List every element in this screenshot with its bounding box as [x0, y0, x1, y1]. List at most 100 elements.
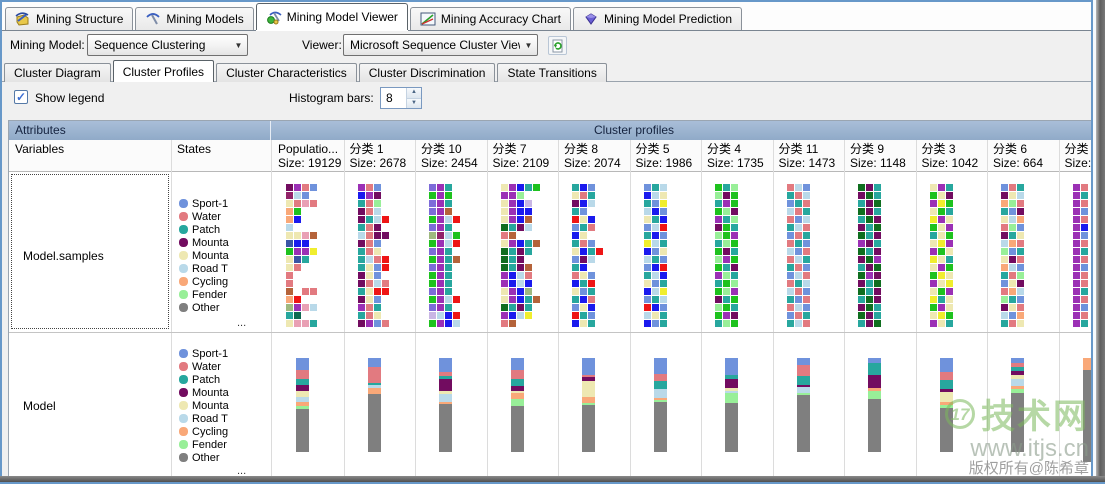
sequence-state-square — [588, 224, 595, 231]
sequence-state-square — [644, 208, 651, 215]
sequence-state-square — [874, 240, 881, 247]
sequence-state-square — [525, 216, 532, 223]
sequence-state-square — [787, 192, 794, 199]
row-variable-model[interactable]: Model — [23, 399, 56, 413]
mining-model-label: Mining Model: — [10, 38, 85, 52]
sequence-state-square — [1001, 184, 1008, 191]
sequence-state-square — [302, 248, 309, 255]
legend-label: Other — [192, 452, 220, 464]
sequence-state-square — [803, 296, 810, 303]
sequence-state-square — [1009, 312, 1016, 319]
tab-mining-model-prediction[interactable]: Mining Model Prediction — [573, 7, 742, 30]
sequence-state-square — [358, 224, 365, 231]
sequence-state-square — [1017, 264, 1024, 271]
tab-mining-structure[interactable]: Mining Structure — [5, 7, 133, 30]
tab-mining-models[interactable]: Mining Models — [135, 7, 253, 30]
sequence-state-square — [858, 216, 865, 223]
mounta-swatch — [179, 238, 188, 247]
sequence-state-square — [525, 200, 532, 207]
bar-segment — [439, 404, 452, 452]
sequence-state-square — [795, 232, 802, 239]
refresh-button[interactable] — [548, 36, 567, 55]
sequence-state-square — [358, 192, 365, 199]
sequence-state-square — [1001, 240, 1008, 247]
cluster-column-header[interactable]: Populatio...Size: 19129 — [272, 140, 344, 172]
sequence-state-square — [374, 320, 381, 327]
sequence-state-square — [731, 256, 738, 263]
cluster-column-header[interactable]: 分类 3Size: 1042 — [916, 140, 988, 172]
subtab-cluster-discrimination[interactable]: Cluster Discrimination — [359, 63, 496, 82]
sequence-state-square — [723, 192, 730, 199]
cluster-column-header[interactable]: 分类 11Size: 1473 — [773, 140, 845, 172]
subtab-cluster-characteristics[interactable]: Cluster Characteristics — [216, 63, 357, 82]
row-variable-model-samples[interactable]: Model.samples — [23, 249, 104, 263]
cluster-column-header[interactable]: 分类 8Size: 2074 — [558, 140, 630, 172]
sequence-state-square — [286, 216, 293, 223]
mining-model-dropdown[interactable]: Sequence Clustering ▼ — [87, 34, 248, 56]
cluster-column-header[interactable]: 分类 9Size: 1148 — [844, 140, 916, 172]
sequence-state-square — [644, 264, 651, 271]
column-separator — [987, 140, 988, 476]
sequence-state-square — [930, 248, 937, 255]
sequence-state-square — [1001, 192, 1008, 199]
sequence-state-square — [660, 264, 667, 271]
sequence-state-square — [787, 208, 794, 215]
sequence-state-square — [358, 288, 365, 295]
sequence-state-square — [517, 240, 524, 247]
sequence-state-square — [572, 296, 579, 303]
sequence-state-square — [572, 304, 579, 311]
sequence-state-square — [723, 288, 730, 295]
sequence-state-square — [652, 224, 659, 231]
spinner-up-icon[interactable]: ▲ — [407, 88, 421, 98]
sequence-state-square — [731, 200, 738, 207]
states-column-header[interactable]: States — [171, 140, 271, 172]
histogram-bars-value[interactable]: 8 — [381, 88, 406, 108]
subtab-cluster-diagram[interactable]: Cluster Diagram — [4, 63, 111, 82]
cluster-column-header[interactable]: 分类 4Size: 1735 — [701, 140, 773, 172]
viewer-label: Viewer: — [302, 38, 342, 52]
cluster-profiles-grid: Attributes Cluster profiles Variables St… — [8, 120, 1093, 477]
sequence-state-square — [374, 216, 381, 223]
cluster-column-header[interactable]: 分类 7Size: 2109 — [487, 140, 559, 172]
histogram-bars-stepper[interactable]: 8 ▲ ▼ — [380, 87, 422, 109]
sequence-state-square — [858, 232, 865, 239]
sequence-state-square — [366, 256, 373, 263]
cluster-name: 分类 4 — [707, 142, 773, 156]
legend-more[interactable]: ... — [237, 317, 246, 329]
sequence-state-square — [715, 248, 722, 255]
sequence-state-square — [652, 280, 659, 287]
spinner-down-icon[interactable]: ▼ — [407, 98, 421, 109]
subtab-label: Cluster Profiles — [123, 65, 204, 79]
subtab-cluster-profiles[interactable]: Cluster Profiles — [113, 60, 214, 82]
mining-structure-icon — [15, 11, 31, 27]
cluster-column-header[interactable]: 分类 10Size: 2454 — [415, 140, 487, 172]
sequence-state-square — [366, 224, 373, 231]
sequence-state-square — [660, 280, 667, 287]
cluster-column-header[interactable]: 分类 5Size: 1986 — [630, 140, 702, 172]
sequence-state-square — [517, 224, 524, 231]
sequence-state-square — [374, 200, 381, 207]
right-edge-scrollbar[interactable] — [1096, 0, 1105, 484]
cluster-column-header[interactable]: 分类 1Size: 2678 — [344, 140, 416, 172]
sequence-state-square — [445, 272, 452, 279]
sequence-state-square — [286, 312, 293, 319]
cluster-size: Size: 2678 — [350, 156, 416, 170]
tab-mining-accuracy-chart[interactable]: Mining Accuracy Chart — [410, 7, 571, 30]
cluster-column-header[interactable]: 分类 6Size: 664 — [987, 140, 1059, 172]
sequence-state-square — [382, 320, 389, 327]
show-legend-checkbox[interactable]: ✓ — [14, 90, 28, 104]
cluster-name: 分类 1 — [350, 142, 416, 156]
viewer-dropdown[interactable]: Microsoft Sequence Cluster Viewer ▼ — [343, 34, 538, 56]
subtab-state-transitions[interactable]: State Transitions — [497, 63, 606, 82]
sequence-state-square — [366, 296, 373, 303]
sequence-state-square — [723, 304, 730, 311]
sequence-state-square — [517, 264, 524, 271]
sequence-state-square — [437, 256, 444, 263]
sequence-state-square — [358, 232, 365, 239]
tab-mining-model-viewer[interactable]: Mining Model Viewer — [256, 3, 408, 30]
sequence-state-square — [445, 288, 452, 295]
sequence-state-square — [858, 272, 865, 279]
sequence-state-square — [803, 320, 810, 327]
variables-column-header[interactable]: Variables — [9, 140, 171, 172]
sequence-state-square — [525, 240, 532, 247]
